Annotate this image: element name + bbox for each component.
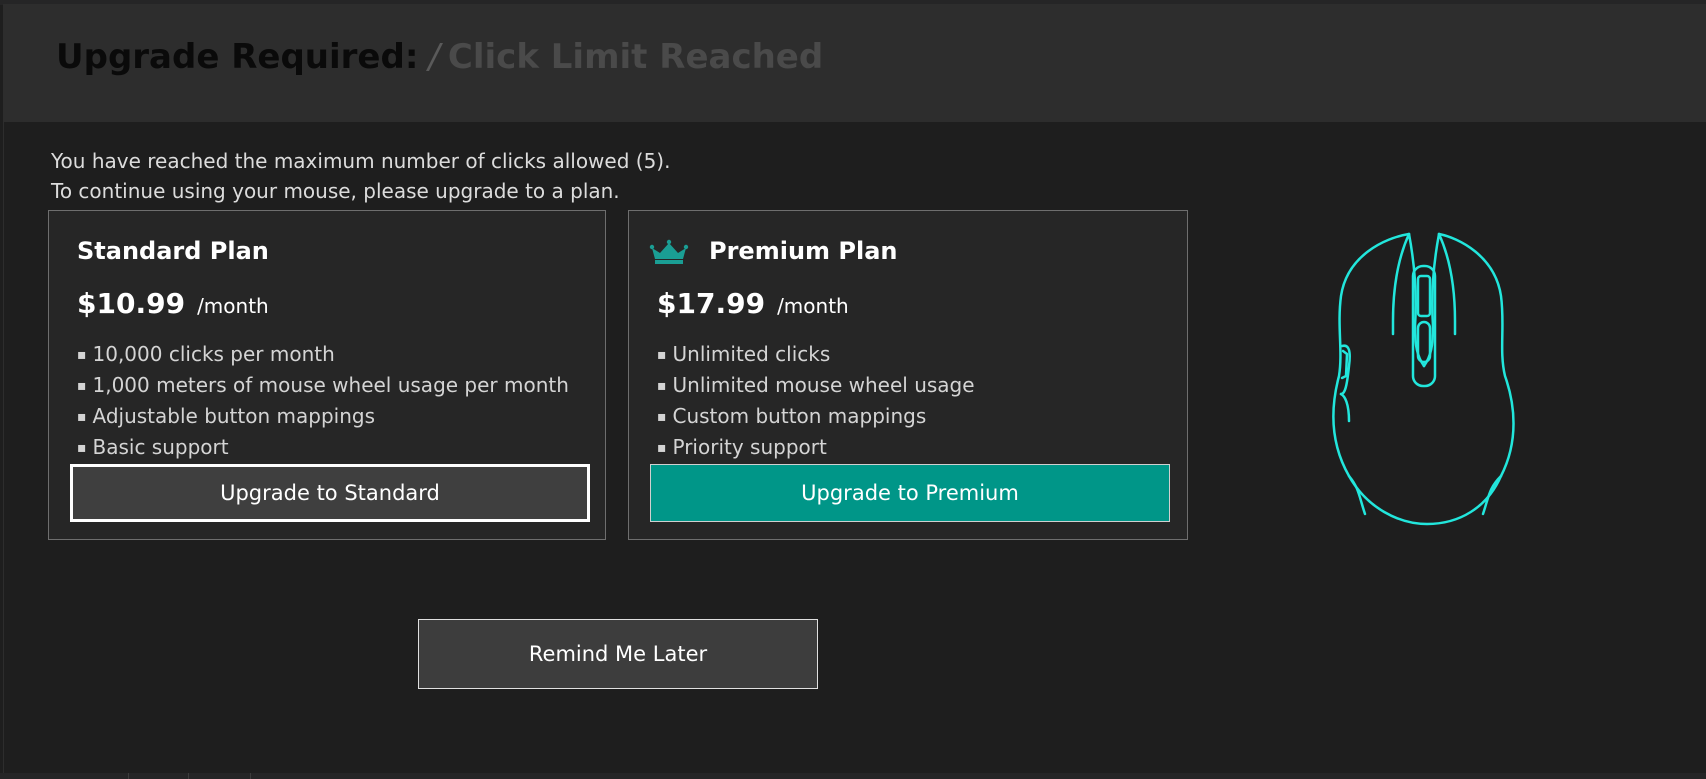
plan-name: Premium Plan [709,237,898,265]
price-period: /month [777,294,849,318]
dialog-title: Upgrade Required: / Click Limit Reached [56,37,823,77]
price-period: /month [197,294,269,318]
feature-item: Unlimited mouse wheel usage [657,370,975,401]
dialog-title-sub: Click Limit Reached [447,37,824,77]
feature-list: 10,000 clicks per month 1,000 meters of … [77,339,569,463]
dialog-header: Upgrade Required: / Click Limit Reached [4,4,1706,122]
feature-item: Priority support [657,432,975,463]
divider [250,773,251,779]
divider [128,773,129,779]
standard-plan-card: Standard Plan $10.99/month 10,000 clicks… [48,210,606,540]
plan-name: Standard Plan [77,237,269,265]
feature-item: Unlimited clicks [657,339,975,370]
limit-message: You have reached the maximum number of c… [51,146,670,206]
dialog-title-main: Upgrade Required: [56,37,419,77]
feature-item: Custom button mappings [657,401,975,432]
title-separator: / [428,37,440,77]
upgrade-standard-button[interactable]: Upgrade to Standard [70,464,590,522]
feature-list: Unlimited clicks Unlimited mouse wheel u… [657,339,975,463]
plan-price: $10.99/month [77,287,269,320]
premium-plan-card: Premium Plan $17.99/month Unlimited clic… [628,210,1188,540]
price-amount: $10.99 [77,287,186,320]
upgrade-dialog: Upgrade Required: / Click Limit Reached Yo… [3,4,1706,773]
remind-later-button[interactable]: Remind Me Later [418,619,818,689]
message-line: You have reached the maximum number of c… [51,149,671,173]
price-amount: $17.99 [657,287,766,320]
background-editor-bottom [0,773,1706,779]
upgrade-premium-button[interactable]: Upgrade to Premium [650,464,1170,522]
feature-item: 1,000 meters of mouse wheel usage per mo… [77,370,569,401]
crown-icon [649,239,689,264]
feature-item: Adjustable button mappings [77,401,569,432]
mouse-icon [1332,232,1515,526]
feature-item: Basic support [77,432,569,463]
message-line: To continue using your mouse, please upg… [51,179,620,203]
feature-item: 10,000 clicks per month [77,339,569,370]
plan-price: $17.99/month [657,287,849,320]
divider [188,773,189,779]
